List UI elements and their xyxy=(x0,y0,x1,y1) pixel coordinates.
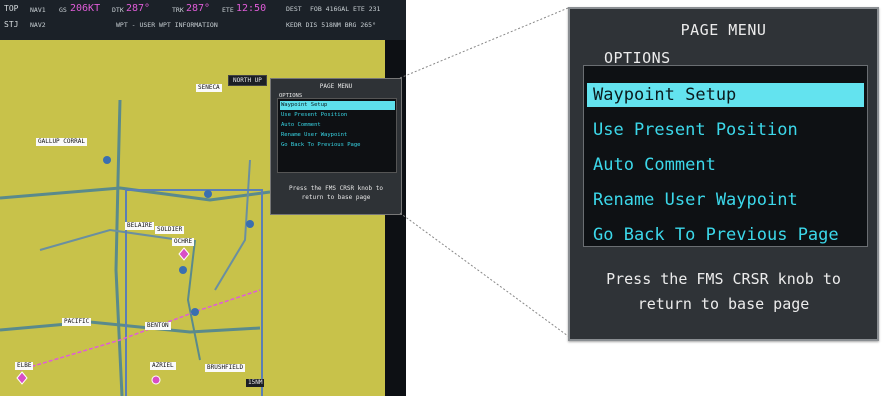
menu-item-rename-user-waypoint[interactable]: Rename User Waypoint xyxy=(587,188,864,212)
map-label: ELBE xyxy=(15,362,34,370)
footer-line1: Press the FMS CRSR knob to xyxy=(606,270,841,288)
dtk-label: DTK xyxy=(112,6,124,14)
options-list: Waypoint Setup Use Present Position Auto… xyxy=(583,65,868,247)
page-menu: PAGE MENU OPTIONS Waypoint Setup Use Pre… xyxy=(568,7,879,341)
trk-label: TRK xyxy=(172,6,184,14)
map-range: 15NM xyxy=(246,379,265,387)
map-label: BELAIRE xyxy=(125,222,155,230)
nav2-label: NAV2 xyxy=(30,21,46,29)
mini-menu-title: PAGE MENU xyxy=(319,83,353,90)
menu-item-use-present-position[interactable]: Use Present Position xyxy=(587,118,864,142)
mini-menu-item[interactable]: Use Present Position xyxy=(280,111,395,120)
dest-info-line1: FOB 416GAL ETE 231 xyxy=(310,5,381,13)
mfd-display: TOP NAV1 GS 206KT DTK 287° TRK 287° ETE … xyxy=(0,0,406,396)
mini-footer-line2: return to base page xyxy=(301,194,371,201)
map-label: SENECA xyxy=(196,84,222,92)
map-label: BRUSHFIELD xyxy=(205,364,246,372)
mini-menu-item[interactable]: Waypoint Setup xyxy=(280,101,395,110)
page-title: WPT - USER WPT INFORMATION xyxy=(116,21,218,29)
map-label: AZRIEL xyxy=(150,362,176,370)
mini-menu-item[interactable]: Auto Comment xyxy=(280,121,395,130)
north-up-indicator: NORTH UP xyxy=(228,75,267,86)
page-menu-title: PAGE MENU xyxy=(680,21,767,39)
dest-label: DEST xyxy=(286,5,302,13)
page-menu-small: PAGE MENU OPTIONS Waypoint Setup Use Pre… xyxy=(270,78,402,215)
mini-footer-line1: Press the FMS CRSR knob to xyxy=(289,185,383,192)
menu-item-auto-comment[interactable]: Auto Comment xyxy=(587,153,864,177)
nav-status-bar: TOP NAV1 GS 206KT DTK 287° TRK 287° ETE … xyxy=(0,0,406,40)
mini-options-list: Waypoint Setup Use Present Position Auto… xyxy=(277,98,397,173)
mini-menu-footer: Press the FMS CRSR knob to return to bas… xyxy=(271,184,401,202)
menu-item-waypoint-setup[interactable]: Waypoint Setup xyxy=(587,83,864,107)
map-label: BENTON xyxy=(145,322,171,330)
nav1-label: NAV1 xyxy=(30,6,46,14)
menu-item-go-back[interactable]: Go Back To Previous Page xyxy=(587,223,864,247)
top-label: TOP xyxy=(4,4,19,13)
dest-info-line2: KEDR DIS 518NM BRG 265° xyxy=(286,21,377,29)
gs-label: GS xyxy=(59,6,67,14)
mini-menu-item[interactable]: Go Back To Previous Page xyxy=(280,141,395,150)
map-label: PACIFIC xyxy=(62,318,92,326)
page-menu-footer: Press the FMS CRSR knob to return to bas… xyxy=(570,267,877,317)
map-label: GALLUP CORRAL xyxy=(36,138,87,146)
stj-label: STJ xyxy=(4,20,19,29)
ete-value: 12:50 xyxy=(236,3,267,14)
trk-value: 287° xyxy=(186,3,211,14)
footer-line2: return to base page xyxy=(637,295,810,313)
map-label: SOLDIER xyxy=(155,226,185,234)
map-label: OCHRE xyxy=(172,238,195,246)
ete-label: ETE xyxy=(222,6,234,14)
mini-menu-item[interactable]: Rename User Waypoint xyxy=(280,131,395,140)
dtk-value: 287° xyxy=(126,3,151,14)
gs-value: 206KT xyxy=(70,3,101,14)
